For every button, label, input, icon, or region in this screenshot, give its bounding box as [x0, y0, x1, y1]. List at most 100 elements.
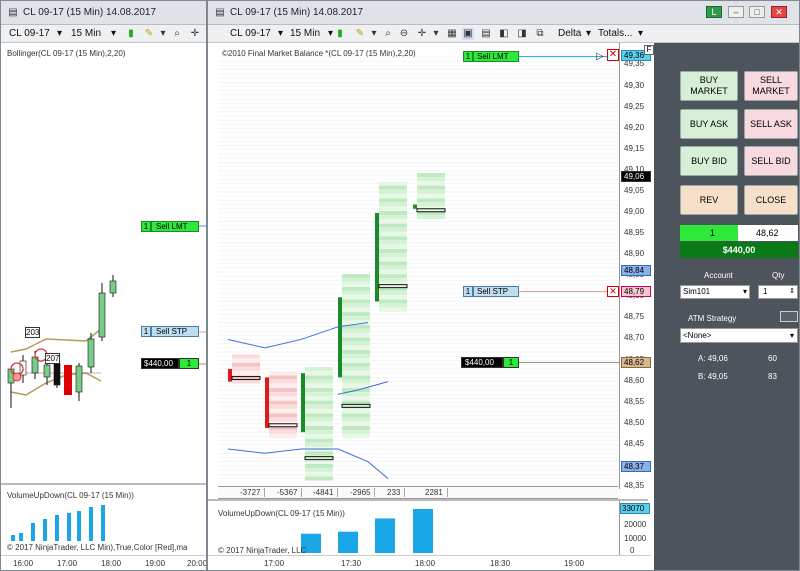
footprint-cell [269, 388, 297, 393]
buy-ask-button[interactable]: BUY ASK [680, 109, 738, 139]
stop-price-marker: 48,79 [621, 286, 651, 297]
volume-bar [55, 515, 59, 541]
scroll-right-icon[interactable]: ◨ [516, 28, 528, 40]
sell-lmt-line [519, 56, 619, 57]
left-volume-divider [1, 483, 206, 485]
link-button[interactable]: L [706, 6, 722, 18]
left-price-tag-203: 203 [25, 327, 41, 338]
pencil-icon[interactable]: ✎ [354, 28, 366, 40]
left-sell-lmt-order[interactable]: Sell LMT [151, 221, 199, 232]
footprint-cell [379, 257, 407, 262]
maximize-button[interactable]: □ [749, 6, 765, 18]
sell-stp-qty[interactable]: 1 [463, 286, 473, 297]
totals-selector[interactable]: Totals... [598, 28, 632, 39]
sell-lmt-cancel-icon[interactable]: ✕ [607, 49, 619, 61]
chevron-down-icon[interactable]: ▾ [430, 28, 442, 40]
chart-icon: ▤ [8, 7, 18, 18]
sell-lmt-qty[interactable]: 1 [463, 51, 473, 62]
crosshair-icon[interactable]: ✛ [189, 28, 201, 40]
bars-icon[interactable]: ▮ [125, 28, 137, 40]
close-button[interactable]: ✕ [771, 6, 787, 18]
data-box-icon[interactable]: ▤ [480, 28, 492, 40]
qty-stepper-icon[interactable]: ⇕ [789, 286, 795, 298]
close-position-button[interactable]: CLOSE [744, 185, 798, 215]
footprint-cell [379, 210, 407, 215]
main-title-bar[interactable]: ▤ CL 09-17 (15 Min) 14.08.2017 L – □ ✕ [208, 1, 799, 25]
sell-lmt-order[interactable]: Sell LMT [473, 51, 519, 62]
volume-tick: 0 [630, 546, 635, 555]
chevron-down-icon[interactable]: ▾ [111, 28, 116, 39]
x-tick: 18:30 [490, 559, 511, 568]
footprint-cell [305, 413, 333, 418]
footprint-cell [342, 282, 370, 287]
delta-selector[interactable]: Delta [558, 28, 581, 39]
atm-settings-button[interactable] [780, 311, 798, 322]
candle-bar [87, 338, 95, 368]
atm-strategy-value: <None> [683, 331, 712, 340]
zoom-icon[interactable]: ⌕ [382, 28, 394, 40]
footprint-cell [305, 383, 333, 388]
last-price-marker: 49,06 [621, 171, 651, 182]
account-select[interactable]: Sim101 ▾ [680, 285, 750, 299]
buy-market-button[interactable]: BUY MARKET [680, 71, 738, 101]
footprint-cell [305, 396, 333, 401]
left-chart-window: ▤ CL 09-17 (15 Min) 14.08.2017 CL 09-17 … [0, 0, 207, 571]
x-tick: 19:00 [145, 559, 166, 568]
left-x-axis: 16:00 17:00 18:00 19:00 20:00 [1, 555, 206, 570]
footprint-cell [269, 371, 297, 376]
left-sell-stp-order[interactable]: Sell STP [151, 326, 199, 337]
volume-tick: 10000 [624, 534, 647, 543]
template-icon[interactable]: ⧉ [534, 28, 546, 40]
footprint-cell [379, 198, 407, 203]
candle-down [228, 368, 232, 382]
volume-max-marker: 33070 [620, 503, 650, 514]
sell-ask-button[interactable]: SELL ASK [744, 109, 798, 139]
footprint-cell [269, 379, 297, 384]
footprint-cell [342, 291, 370, 296]
interval-selector[interactable]: 15 Min [290, 28, 320, 39]
reverse-button[interactable]: REV [680, 185, 738, 215]
zoom-out-icon[interactable]: ⊖ [398, 28, 410, 40]
buy-bid-button[interactable]: BUY BID [680, 146, 738, 176]
chevron-down-icon[interactable]: ▾ [157, 28, 169, 40]
footprint-cell [342, 375, 370, 380]
trade-icon[interactable]: ▣ [462, 28, 474, 40]
pencil-icon[interactable]: ✎ [143, 28, 155, 40]
instrument-selector[interactable]: CL 09-17 [9, 28, 50, 39]
left-title-bar[interactable]: ▤ CL 09-17 (15 Min) 14.08.2017 [1, 1, 206, 25]
instrument-selector[interactable]: CL 09-17 [230, 28, 271, 39]
footprint-cell [305, 375, 333, 380]
sell-stp-order[interactable]: Sell STP [473, 286, 519, 297]
sell-market-button[interactable]: SELL MARKET [744, 71, 798, 101]
left-sell-lmt-qty[interactable]: 1 [141, 221, 151, 232]
main-x-axis: 17:00 17:30 18:00 18:30 19:00 [208, 555, 651, 570]
position-pnl: $440,00 [680, 242, 798, 258]
footprint-cell [379, 185, 407, 190]
qty-input[interactable]: 1 ⇕ [758, 285, 798, 299]
minimize-button[interactable]: – [728, 6, 744, 18]
chevron-down-icon[interactable]: ▾ [278, 28, 283, 39]
crosshair-icon[interactable]: ✛ [416, 28, 428, 40]
chevron-down-icon[interactable]: ▾ [328, 28, 333, 39]
bars-icon[interactable]: ▮ [334, 28, 346, 40]
candle-up [375, 212, 379, 302]
left-sell-stp-qty[interactable]: 1 [141, 326, 151, 337]
volume-bar [43, 519, 47, 541]
delta-value: -2965 [350, 488, 376, 497]
interval-selector[interactable]: 15 Min [71, 28, 101, 39]
sell-stp-cancel-icon[interactable]: ✕ [607, 286, 619, 297]
zoom-icon[interactable]: ⌕ [171, 28, 183, 40]
atm-strategy-select[interactable]: <None> ▾ [680, 328, 798, 343]
left-volume-chart [11, 505, 105, 541]
properties-icon[interactable]: ▦ [446, 28, 458, 40]
footprint-cell [342, 366, 370, 371]
chevron-down-icon[interactable]: ▾ [368, 28, 380, 40]
sell-bid-button[interactable]: SELL BID [744, 146, 798, 176]
volume-bar [77, 511, 81, 541]
chevron-down-icon[interactable]: ▾ [586, 28, 591, 39]
chevron-down-icon[interactable]: ▾ [638, 28, 643, 39]
delta-value: -5367 [277, 488, 303, 497]
chevron-down-icon[interactable]: ▾ [57, 28, 62, 39]
scroll-left-icon[interactable]: ◧ [498, 28, 510, 40]
chart-flag[interactable]: F [644, 45, 654, 55]
